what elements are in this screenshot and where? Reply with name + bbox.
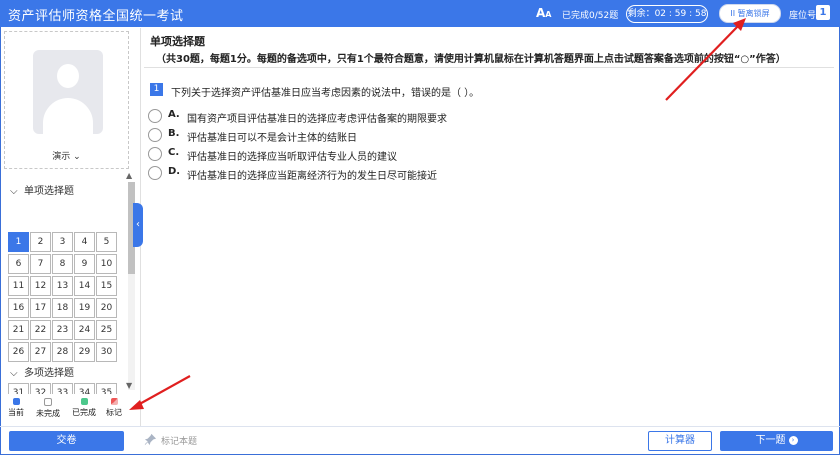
annotation-arrow-bottom	[135, 375, 191, 407]
annotation-arrows	[129, 18, 746, 410]
annotation-arrow-top	[665, 23, 741, 101]
